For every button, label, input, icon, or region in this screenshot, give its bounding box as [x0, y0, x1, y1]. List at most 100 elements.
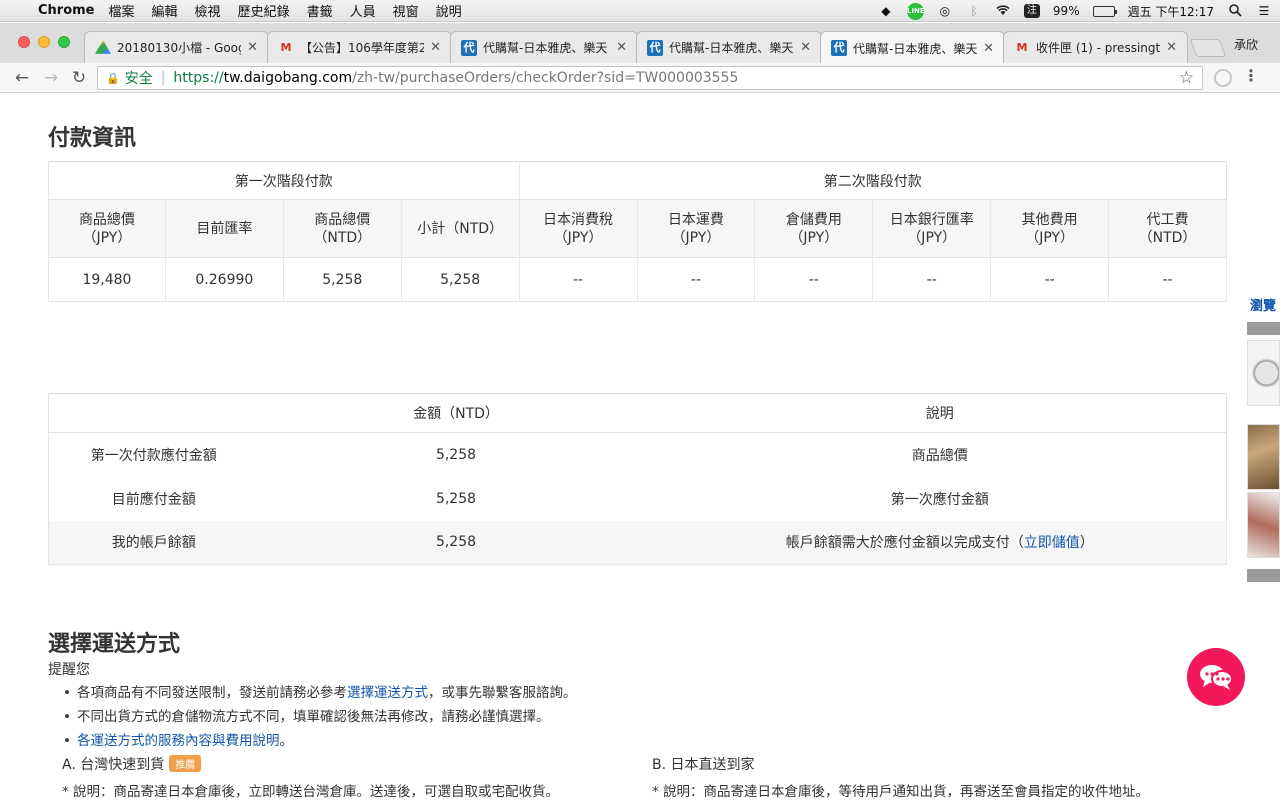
- profile-name[interactable]: 承欣: [1234, 36, 1258, 53]
- payment-value-cell: --: [754, 257, 874, 302]
- product-thumbnail[interactable]: [1247, 492, 1280, 558]
- column-header-label: 商品總價: [314, 211, 371, 228]
- macos-menu-bar: Chrome 檔案 編輯 檢視 歷史紀錄 書籤 人員 視窗 說明 ◆ LINE …: [0, 0, 1280, 22]
- chrome-tab-strip: 20180130小檔 - Googl ✕ M 【公告】106學年度第2學 ✕ 代…: [0, 23, 1280, 64]
- column-header-unit: （JPY）: [1025, 229, 1075, 246]
- browser-tab[interactable]: 代 代購幫-日本雅虎、樂天 ✕: [450, 31, 638, 63]
- forward-icon[interactable]: →: [40, 67, 62, 89]
- input-method-icon[interactable]: 注: [1023, 4, 1040, 18]
- shipping-service-link[interactable]: 各運送方式的服務內容與費用說明: [77, 733, 280, 749]
- list-item: 各項商品有不同發送限制，發送前請務必參考選擇運送方式，或事先聯繫客服諮詢。: [63, 684, 576, 708]
- browser-tab[interactable]: 20180130小檔 - Googl ✕: [84, 31, 269, 63]
- list-item: 各運送方式的服務內容與費用說明。: [63, 732, 577, 756]
- note-text: 。: [279, 733, 294, 749]
- menu-view[interactable]: 檢視: [195, 1, 221, 20]
- column-header-unit: （NTD）: [1138, 229, 1197, 246]
- product-thumbnail[interactable]: [1247, 424, 1280, 490]
- window-close-button[interactable]: [18, 36, 30, 48]
- option-a-label: A. 台灣快速到貨: [62, 757, 165, 773]
- back-icon[interactable]: ←: [11, 67, 33, 89]
- reminder-heading: 提醒您: [48, 662, 90, 678]
- address-separator: |: [160, 70, 166, 86]
- daigobang-icon: 代: [647, 39, 663, 56]
- extension-icon[interactable]: [1214, 69, 1232, 87]
- column-header-unit: （JPY）: [907, 229, 957, 246]
- summary-table-wrap: 金額（NTD） 說明 第一次付款應付金額 5,258 商品總價 目前應付金額 5…: [48, 393, 1227, 565]
- tab-close-icon[interactable]: ✕: [616, 40, 627, 55]
- shipping-method-link[interactable]: 選擇運送方式: [347, 685, 428, 701]
- payment-value-cell: 0.26990: [165, 257, 284, 302]
- menu-history[interactable]: 歷史紀錄: [238, 1, 290, 20]
- column-header-label: 目前匯率: [196, 220, 253, 237]
- gmail-icon: M: [1016, 40, 1028, 54]
- column-header-label: 代工費: [1146, 211, 1189, 228]
- column-header-label: 日本消費稅: [543, 211, 614, 228]
- notification-center-icon[interactable]: ☰: [1256, 4, 1272, 18]
- bookmark-star-icon[interactable]: ☆: [1179, 68, 1194, 88]
- tab-close-icon[interactable]: ✕: [983, 41, 994, 56]
- column-header-label: 其他費用: [1021, 211, 1078, 228]
- reload-icon[interactable]: ↻: [68, 67, 90, 89]
- option-a-description: * 說明：商品寄達日本倉庫後，立即轉送台灣倉庫。送達後，可選自取或宅配收貨。: [62, 784, 560, 800]
- new-tab-button[interactable]: [1189, 39, 1227, 57]
- summary-row: 第一次付款應付金額 5,258 商品總價: [49, 433, 1227, 477]
- tab-close-icon[interactable]: ✕: [1166, 40, 1177, 55]
- url-host: tw.daigobang.com: [223, 70, 353, 86]
- shipping-option-b[interactable]: B. 日本直送到家: [652, 754, 755, 774]
- menu-file[interactable]: 檔案: [109, 1, 135, 20]
- window-minimize-button[interactable]: [38, 36, 50, 48]
- dropbox-icon[interactable]: ◆: [878, 4, 894, 18]
- tab-title: 【公告】106學年度第2學: [300, 41, 424, 55]
- menu-app-name[interactable]: Chrome: [38, 3, 95, 18]
- battery-icon[interactable]: [1092, 5, 1117, 17]
- chrome-toolbar: ← → ↻ 🔒 安全 | https://tw.daigobang.com/zh…: [0, 63, 1280, 93]
- google-drive-icon: [95, 40, 111, 54]
- column-header: 其他費用 （JPY）: [990, 199, 1110, 258]
- browser-tab[interactable]: M 收件匣 (1) - pressingts ✕: [1003, 31, 1188, 63]
- lock-icon: 🔒: [106, 71, 120, 85]
- chat-bubble-icon: [1200, 665, 1233, 690]
- column-header-label: 倉儲費用: [785, 211, 842, 228]
- wifi-icon[interactable]: [995, 4, 1011, 18]
- payment-value-cell: --: [519, 257, 638, 302]
- menu-edit[interactable]: 編輯: [152, 1, 178, 20]
- chat-button[interactable]: [1187, 648, 1245, 706]
- product-thumbnail[interactable]: [1247, 340, 1280, 406]
- battery-percent: 99%: [1052, 4, 1080, 18]
- chrome-menu-icon[interactable]: ⋮: [1243, 66, 1259, 85]
- tab-close-icon[interactable]: ✕: [430, 40, 441, 55]
- browser-tab[interactable]: M 【公告】106學年度第2學 ✕: [267, 31, 452, 63]
- window-zoom-button[interactable]: [58, 36, 70, 48]
- line-icon[interactable]: LINE: [906, 2, 925, 20]
- menu-bookmarks[interactable]: 書籤: [307, 1, 333, 20]
- payment-value-cell: --: [637, 257, 756, 302]
- summary-label: 第一次付款應付金額: [90, 447, 217, 464]
- menu-clock[interactable]: 週五 下午12:17: [1128, 3, 1214, 20]
- tab-close-icon[interactable]: ✕: [800, 40, 811, 55]
- column-header-unit: （JPY）: [82, 229, 132, 246]
- menu-help[interactable]: 說明: [436, 1, 462, 20]
- note-text: 各項商品有不同發送限制，發送前請務必參考: [77, 685, 347, 701]
- creative-cloud-icon[interactable]: ◎: [937, 4, 953, 18]
- shipping-option-a[interactable]: A. 台灣快速到貨 推薦: [62, 754, 202, 774]
- sidebar-browse-link[interactable]: 瀏覽: [1250, 295, 1276, 314]
- browser-tab-active[interactable]: 代 代購幫-日本雅虎、樂天 ✕: [820, 31, 1005, 64]
- column-header: 倉儲費用 （JPY）: [754, 199, 874, 258]
- address-bar[interactable]: 🔒 安全 | https://tw.daigobang.com/zh-tw/pu…: [97, 66, 1203, 90]
- tab-title: 代購幫-日本雅虎、樂天: [483, 41, 608, 55]
- bluetooth-icon[interactable]: ᛒ: [966, 4, 982, 18]
- summary-desc: 帳戶餘額需大於應付金額以完成支付（: [785, 535, 1024, 552]
- menu-people[interactable]: 人員: [350, 1, 376, 20]
- tab-close-icon[interactable]: ✕: [247, 40, 258, 55]
- topup-link[interactable]: 立即儲值: [1024, 535, 1080, 551]
- column-header-unit: （JPY）: [553, 229, 603, 246]
- menu-window[interactable]: 視窗: [393, 1, 419, 20]
- column-header: 日本銀行匯率 （JPY）: [872, 199, 992, 258]
- spotlight-search-icon[interactable]: [1227, 4, 1243, 18]
- column-header: 商品總價 （NTD）: [283, 199, 402, 258]
- stage2-header: 第二次階段付款: [519, 161, 1227, 200]
- description-header: 說明: [653, 393, 1227, 433]
- summary-amount: 5,258: [258, 520, 654, 565]
- column-header: 代工費 （NTD）: [1108, 199, 1227, 258]
- browser-tab[interactable]: 代 代購幫-日本雅虎、樂天 ✕: [636, 31, 822, 63]
